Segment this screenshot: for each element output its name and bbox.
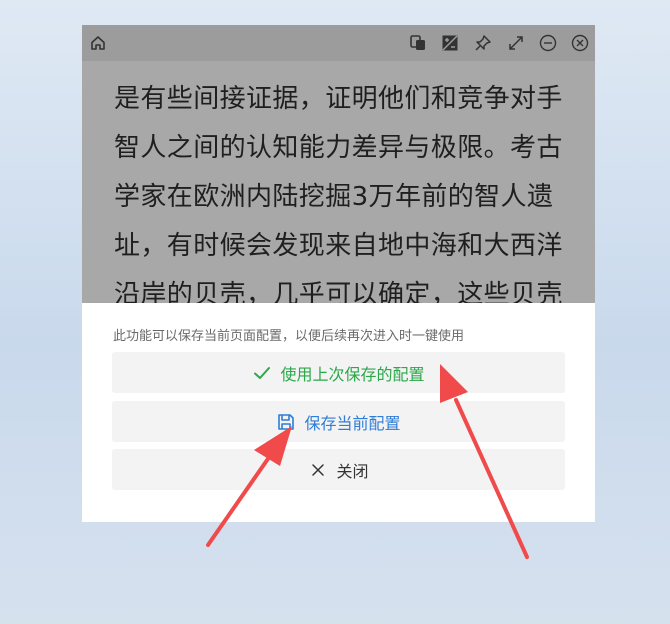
home-icon[interactable] (86, 31, 110, 55)
article-text: 是有些间接证据，证明他们和竞争对手 智人之间的认知能力差异与极限。考古 学家在欧… (114, 75, 574, 303)
close-panel-label: 关闭 (336, 461, 369, 481)
check-icon (254, 366, 271, 379)
copy-icon[interactable] (406, 31, 430, 55)
save-current-config-label: 保存当前配置 (304, 413, 401, 433)
x-icon (312, 463, 325, 476)
reader-window: 是有些间接证据，证明他们和竞争对手 智人之间的认知能力差异与极限。考古 学家在欧… (82, 25, 595, 522)
article-line: 址，有时候会发现来自地中海和大西洋 (114, 231, 563, 261)
article-line: 学家在欧洲内陆挖掘3万年前的智人遗 (114, 182, 554, 212)
config-hint: 此功能可以保存当前页面配置，以便后续再次进入时一键使用 (113, 329, 465, 344)
close-icon[interactable] (568, 31, 592, 55)
pin-icon[interactable] (471, 31, 495, 55)
close-panel-button[interactable]: 关闭 (112, 449, 565, 490)
article-line: 智人之间的认知能力差异与极限。考古 (114, 133, 563, 163)
save-icon (278, 413, 295, 430)
config-panel: 此功能可以保存当前页面配置，以便后续再次进入时一键使用 使用上次保存的配置 保存… (82, 303, 595, 522)
image-edit-icon[interactable] (438, 31, 462, 55)
expand-icon[interactable] (504, 31, 528, 55)
article-content: 是有些间接证据，证明他们和竞争对手 智人之间的认知能力差异与极限。考古 学家在欧… (82, 61, 595, 303)
use-last-config-button[interactable]: 使用上次保存的配置 (112, 352, 565, 393)
use-last-config-label: 使用上次保存的配置 (280, 364, 425, 384)
title-bar (82, 25, 595, 61)
article-line: 沿岸的贝壳，几乎可以确定，这些贝壳 (114, 280, 563, 303)
minimize-icon[interactable] (536, 31, 560, 55)
article-line: 是有些间接证据，证明他们和竞争对手 (114, 84, 563, 114)
save-current-config-button[interactable]: 保存当前配置 (112, 401, 565, 442)
